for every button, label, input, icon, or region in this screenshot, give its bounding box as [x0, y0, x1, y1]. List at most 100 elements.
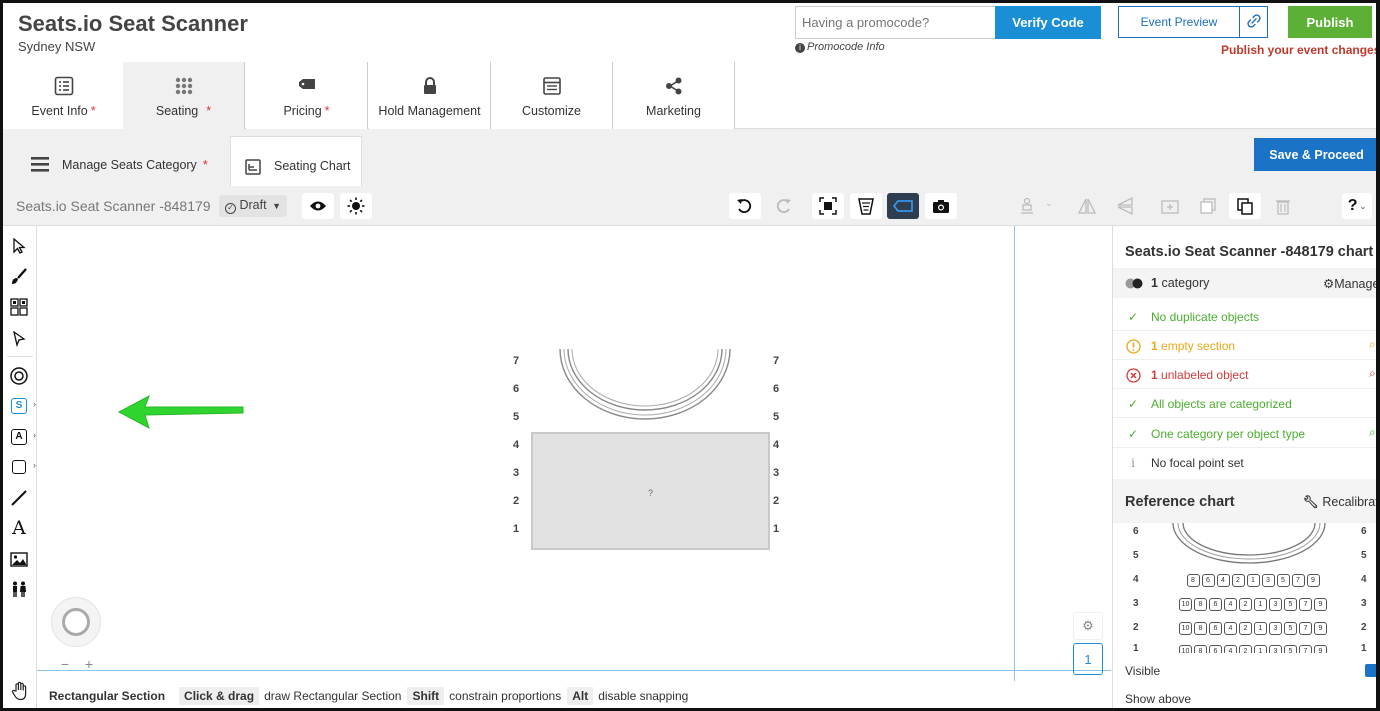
- floor-page-button[interactable]: 1: [1073, 643, 1103, 675]
- tab-hold-management[interactable]: Hold Management: [369, 62, 491, 129]
- reference-seat: 7: [1299, 645, 1312, 653]
- hint-description: constrain proportions: [449, 688, 562, 703]
- section-view-button[interactable]: [850, 193, 882, 219]
- add-object-button[interactable]: [1154, 193, 1186, 219]
- status-dropdown[interactable]: ✓ Draft ▼: [219, 195, 287, 217]
- hand-pan-icon[interactable]: [11, 681, 29, 701]
- align-button[interactable]: ⌄: [1011, 193, 1053, 219]
- line-icon: [11, 490, 27, 506]
- paste-icon: [1237, 197, 1253, 215]
- flip-horizontal-button[interactable]: [1109, 193, 1141, 219]
- tab-pricing[interactable]: Pricing *: [246, 62, 368, 129]
- help-button[interactable]: ? ⌄: [1342, 193, 1372, 219]
- zoom-to-icon[interactable]: ⌕: [1369, 366, 1376, 381]
- reference-seat: 1: [1254, 622, 1267, 635]
- pan-control[interactable]: [51, 597, 101, 647]
- node-select-tool[interactable]: [9, 329, 29, 349]
- tab-customize[interactable]: Customize: [491, 62, 613, 129]
- reference-seat: 3: [1269, 622, 1282, 635]
- promocode-info-link[interactable]: i Promocode Info: [795, 41, 885, 53]
- reference-seat: 5: [1276, 574, 1290, 587]
- reference-seat: 3: [1269, 598, 1282, 611]
- show-above-label: Show above: [1125, 692, 1192, 706]
- circle-target-icon: [10, 367, 28, 385]
- line-tool[interactable]: [9, 488, 29, 508]
- canvas-guide-horizontal: [37, 670, 1111, 671]
- canvas-guide-vertical: [1014, 226, 1015, 681]
- save-proceed-button[interactable]: Save & Proceed: [1254, 138, 1376, 171]
- warning-icon: [1125, 338, 1141, 354]
- reference-seat: 7: [1291, 574, 1305, 587]
- tab-customize-label: Customize: [521, 104, 582, 118]
- area-a-icon: A: [11, 429, 27, 445]
- tab-seating[interactable]: Seating *: [123, 62, 245, 129]
- reference-seat: 10: [1179, 598, 1192, 611]
- seat-selection-tool[interactable]: [9, 297, 29, 317]
- zoom-to-icon[interactable]: ⌕: [1369, 425, 1376, 440]
- validation-count: 1: [1151, 368, 1158, 382]
- reference-row-label: 1: [1361, 643, 1367, 653]
- area-tool[interactable]: A ›: [9, 427, 36, 447]
- screenshot-button[interactable]: [925, 193, 957, 219]
- tab-event-info[interactable]: Event Info *: [3, 62, 125, 129]
- validation-item[interactable]: ✓ One category per object type ⌕: [1113, 419, 1376, 448]
- paste-button[interactable]: [1229, 193, 1261, 219]
- event-preview-button[interactable]: Event Preview: [1118, 6, 1240, 38]
- promocode-input[interactable]: [795, 6, 996, 39]
- preview-toggle[interactable]: [302, 193, 334, 219]
- manage-categories-button[interactable]: ⚙Manage: [1323, 276, 1376, 291]
- zoom-in-button[interactable]: +: [85, 656, 93, 674]
- brush-tool[interactable]: [9, 267, 29, 287]
- reference-row-label: 2: [1133, 622, 1139, 633]
- zoom-to-icon[interactable]: ⌕: [1369, 337, 1376, 352]
- zoom-out-button[interactable]: −: [61, 656, 69, 674]
- chevron-down-icon: ⌄: [1045, 198, 1053, 208]
- pan-knob[interactable]: [62, 608, 90, 636]
- publish-button[interactable]: Publish: [1288, 6, 1372, 38]
- canvas-settings-button[interactable]: ⚙: [1073, 612, 1103, 640]
- text-a-icon: A: [12, 517, 26, 539]
- recalibrate-button[interactable]: 🔧︎ Recalibrate: [1303, 495, 1376, 510]
- reference-row-label: 5: [1133, 550, 1139, 561]
- verify-code-button[interactable]: Verify Code: [995, 6, 1101, 39]
- round-table-tool[interactable]: [9, 366, 29, 386]
- select-tool[interactable]: [9, 236, 29, 256]
- delete-button[interactable]: [1267, 193, 1299, 219]
- restroom-tool[interactable]: [9, 579, 29, 599]
- shape-tool[interactable]: ›: [9, 457, 36, 477]
- check-icon: ✓: [1127, 310, 1139, 324]
- text-tool[interactable]: A: [9, 517, 29, 539]
- image-tool[interactable]: [9, 549, 29, 569]
- visible-checkbox[interactable]: [1365, 664, 1376, 677]
- flip-vertical-button[interactable]: [1071, 193, 1103, 219]
- validation-text: unlabeled object: [1161, 368, 1249, 382]
- theme-toggle[interactable]: [340, 193, 372, 219]
- wrench-icon: 🔧︎: [1303, 495, 1319, 509]
- focus-select-button[interactable]: [812, 193, 844, 219]
- validation-item[interactable]: 1 unlabeled object ⌕: [1113, 360, 1376, 389]
- rectangular-section[interactable]: ?: [531, 432, 770, 550]
- required-star: *: [90, 104, 96, 118]
- row-label: 2: [773, 495, 780, 507]
- curved-row-shape: [559, 348, 731, 420]
- select-area-icon: [819, 197, 837, 215]
- label-view-button[interactable]: [887, 193, 919, 219]
- validation-count: 1: [1151, 339, 1158, 353]
- layout-icon: [542, 77, 561, 95]
- validation-item[interactable]: 1 empty section ⌕: [1113, 331, 1376, 360]
- reference-seat: 5: [1284, 622, 1297, 635]
- tab-marketing[interactable]: Marketing: [613, 62, 735, 129]
- copy-link-button[interactable]: [1239, 6, 1268, 38]
- undo-button[interactable]: [729, 193, 761, 219]
- flip-icon: [1078, 198, 1096, 214]
- section-tool[interactable]: S ›: [9, 396, 36, 416]
- redo-button[interactable]: [767, 193, 799, 219]
- hint-description: disable snapping: [598, 688, 689, 703]
- seating-chart-label: Seating Chart: [274, 159, 351, 173]
- chart-name: Seats.io Seat Scanner -848179: [16, 198, 211, 214]
- tab-manage-seats-category[interactable]: Manage Seats Category *: [17, 136, 227, 186]
- reference-row-label: 6: [1361, 526, 1367, 537]
- tab-seating-chart[interactable]: Seating Chart: [230, 136, 362, 186]
- reference-seat: 2: [1231, 574, 1245, 587]
- duplicate-button[interactable]: [1192, 193, 1224, 219]
